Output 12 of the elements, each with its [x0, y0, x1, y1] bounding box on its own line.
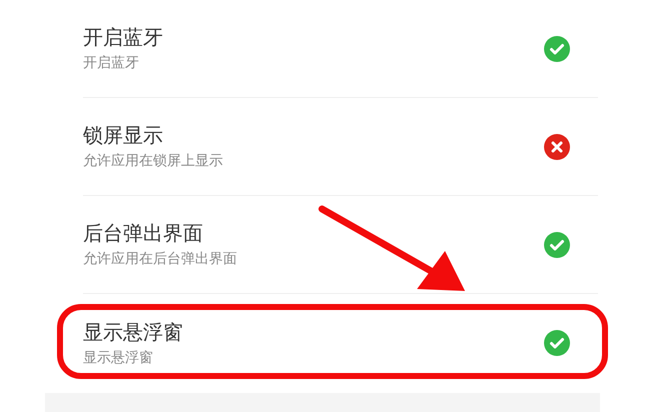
check-icon: [543, 34, 571, 62]
check-icon: [543, 230, 571, 258]
setting-title: 显示悬浮窗: [83, 320, 183, 344]
setting-title: 开启蓝牙: [83, 25, 163, 49]
setting-description: 显示悬浮窗: [83, 348, 154, 366]
setting-title: 后台弹出界面: [83, 221, 204, 245]
setting-title: 锁屏显示: [83, 123, 164, 147]
check-icon: [543, 329, 571, 357]
setting-description: 开启蓝牙: [83, 54, 140, 72]
setting-description: 允许应用在后台弹出界面: [83, 250, 237, 268]
cross-icon: [543, 132, 571, 160]
setting-description: 允许应用在锁屏上显示: [83, 152, 223, 170]
